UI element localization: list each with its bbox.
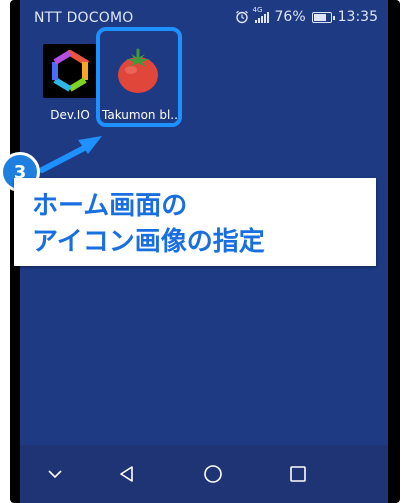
nav-hide-button[interactable] — [40, 459, 70, 489]
back-triangle-icon — [120, 466, 133, 482]
recents-square-icon — [290, 466, 306, 482]
nav-back-button[interactable] — [112, 459, 142, 489]
nav-home-button[interactable] — [198, 459, 228, 489]
callout-line-1: ホーム画面の — [32, 191, 188, 221]
home-circle-icon — [204, 465, 222, 483]
chevron-down-icon — [48, 470, 62, 479]
nav-recents-button[interactable] — [283, 459, 313, 489]
annotation-callout: ホーム画面の アイコン画像の指定 — [14, 178, 376, 266]
callout-line-2: アイコン画像の指定 — [32, 227, 265, 257]
navigation-bar — [20, 445, 388, 503]
